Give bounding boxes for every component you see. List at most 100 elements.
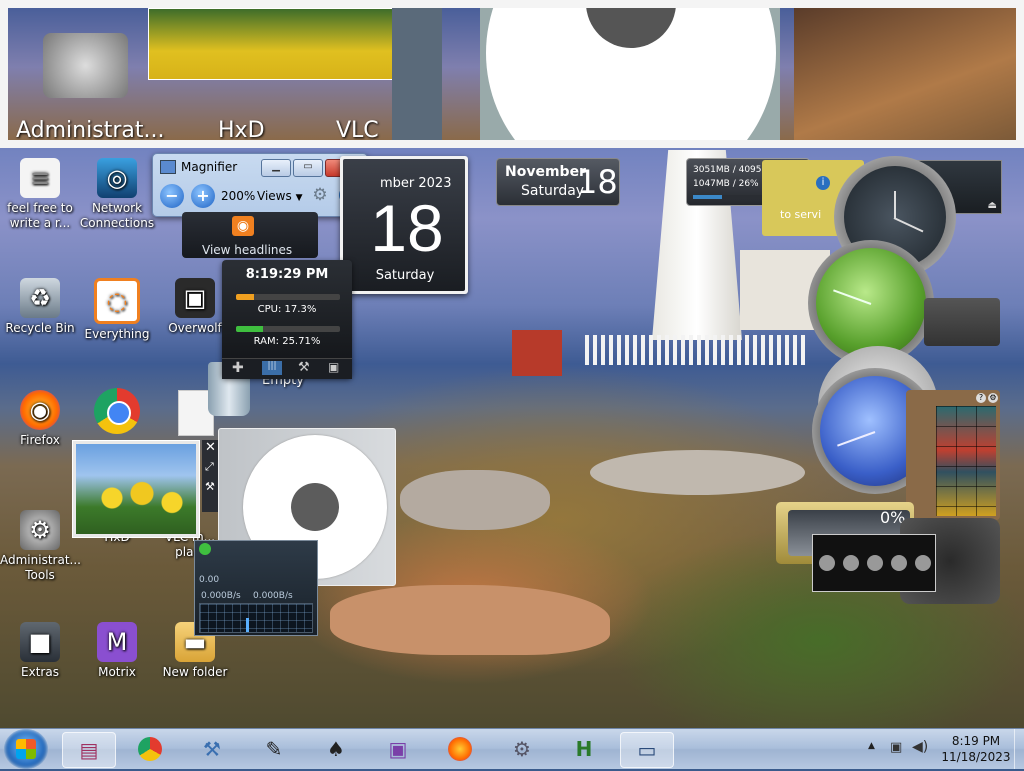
minimize-button[interactable]: ▁ [261,159,291,177]
taskbar-media[interactable]: ▣ [372,732,424,766]
taskbar-paint[interactable]: ✎ [248,732,300,766]
tray-time: 8:19 PM [951,734,1001,748]
tools-icon: ⚒ [203,737,221,761]
memory-bar-fill [693,195,722,199]
picture-puzzle-gadget[interactable]: ? ⚙ [906,390,1000,520]
feed-headlines-gadget[interactable]: ◉ View headlines [182,212,318,258]
magnifier-title: Magnifier [181,160,238,174]
taskbar-settings[interactable]: ⚙ [496,732,548,766]
wrench-icon[interactable]: ⚒ [298,360,310,375]
tray-date: 11/18/2023 [941,750,1011,764]
monitor-time: 8:19:29 PM [245,267,329,282]
taskbar-chrome[interactable] [124,732,176,766]
zoom-out-button[interactable]: − [160,184,184,208]
cpu-label: CPU: 17.3% [257,304,317,315]
resize-gadget-icon[interactable]: ⤢ [205,460,214,474]
firefox-icon: ◉ [20,390,60,430]
info-icon: i [816,176,830,190]
calendar-day-number: 18 [370,191,444,265]
show-hidden-icons-button[interactable]: ▲ [868,741,875,751]
taskbar-tools[interactable]: ⚒ [186,732,238,766]
taskbar-monitor[interactable]: ▭ [620,732,674,768]
power-off-icon[interactable] [819,555,835,571]
icon-firefox[interactable]: ◉ Firefox [0,390,80,448]
magnified-vlc-label: VLC [336,118,379,140]
slideshow-gadget[interactable] [72,440,200,538]
icon-admin-tools[interactable]: ⚙ Administrat... Tools [0,510,81,583]
icon-label: Motrix [98,665,136,679]
monitor-toolbar: ✚ ||| ⚒ ▣ [222,358,352,379]
date-gadget[interactable]: November Saturday 18 [496,158,620,206]
settings-icon: ⚙ [513,737,531,761]
icon-network-connections[interactable]: ◎ Network Connections [77,158,157,231]
taskbar-firefox[interactable] [434,732,486,766]
settings-icon[interactable]: ⚙ [988,393,998,403]
icon-everything[interactable]: ◌ Everything [77,278,157,342]
paint-icon: ✎ [265,737,283,761]
zoom-level: 200% [221,189,256,203]
icon-label: Overwolf [168,321,222,335]
text-document-icon: ≡ [20,158,60,198]
shutdown-gadget[interactable] [812,534,936,592]
gear-icon[interactable]: ⚙ [310,185,330,205]
icon-chrome[interactable] [94,388,140,434]
icon-motrix[interactable]: M Motrix [77,622,157,680]
add-icon[interactable]: ✚ [232,360,244,376]
cpu-bar-fill [236,294,254,300]
taskbar-winrar[interactable]: ▤ [62,732,116,768]
everything-search-icon: ◌ [94,278,140,324]
icon-label: Firefox [20,433,60,447]
chart-icon[interactable]: ||| [262,361,282,375]
network-down: 0.000B/s [201,591,241,601]
icon-label: Recycle Bin [5,321,75,335]
taskbar-hxd[interactable]: H [558,732,610,766]
desktop: Administrat... HxD VLC ≡ feel free to wr… [0,0,1024,728]
ram-bar [236,326,340,332]
cpu-bar [236,294,340,300]
zoom-in-button[interactable]: + [191,184,215,208]
extras-folder-icon: ■ [20,622,60,662]
magnified-landscape [794,8,1016,140]
show-desktop-button[interactable] [1014,729,1024,769]
taskbar-solitaire[interactable]: ♠ [310,732,362,766]
feed-headline-link[interactable]: View headlines [202,243,292,257]
lock-icon[interactable]: ▣ [328,360,339,374]
views-dropdown[interactable]: Views ▼ [257,189,302,203]
network-graph [199,603,313,633]
icon-text-document[interactable]: ≡ feel free to write a r... [0,158,80,231]
restart-icon[interactable] [891,555,907,571]
puzzle-grid [936,406,996,516]
fence [585,335,805,365]
network-speed-text: 0.00 [199,575,220,585]
icon-extras[interactable]: ■ Extras [0,622,80,680]
cd-hub [291,483,339,531]
magnifier-window[interactable]: Magnifier ▁ ▭ ✕ − + 200% Views ▼ ⚙ ? [152,153,368,217]
icon-recycle-bin[interactable]: ♻ Recycle Bin [0,278,80,336]
eject-icon[interactable]: ⏏ [988,200,997,211]
date-month: November [505,164,586,180]
start-button[interactable] [4,729,48,769]
system-monitor-gadget[interactable]: 8:19:29 PM CPU: 17.3% RAM: 25.71% ✚ ||| … [222,260,352,379]
network-up: 0.000B/s [253,591,293,601]
tulip-photo [76,444,196,534]
logoff-icon[interactable] [915,555,931,571]
volume-tray-icon[interactable]: ◀) [912,739,928,755]
firefox-icon [448,737,472,761]
views-label: Views [257,189,292,203]
close-gadget-icon[interactable]: ✕ [205,440,216,455]
standby-icon[interactable] [843,555,859,571]
calendar-gadget-large[interactable]: mber 2023 18 Saturday [340,156,468,294]
network-meter-gadget[interactable]: 0.00 0.000B/s 0.000B/s [194,540,318,636]
windows-logo-icon [16,739,36,759]
magnified-tulip-thumbnail [148,8,400,80]
magnified-admin-label: Administrat... [16,118,165,140]
rock-mid [400,470,550,530]
power-icon[interactable] [867,555,883,571]
options-gadget-icon[interactable]: ⚒ [205,480,215,493]
overwolf-icon: ▣ [175,278,215,318]
tray-clock[interactable]: 8:19 PM 11/18/2023 [940,733,1012,765]
network-tray-icon[interactable]: ▣ [890,740,902,755]
help-icon[interactable]: ? [976,393,986,403]
winrar-icon: ▤ [79,738,99,762]
maximize-button[interactable]: ▭ [293,159,323,177]
